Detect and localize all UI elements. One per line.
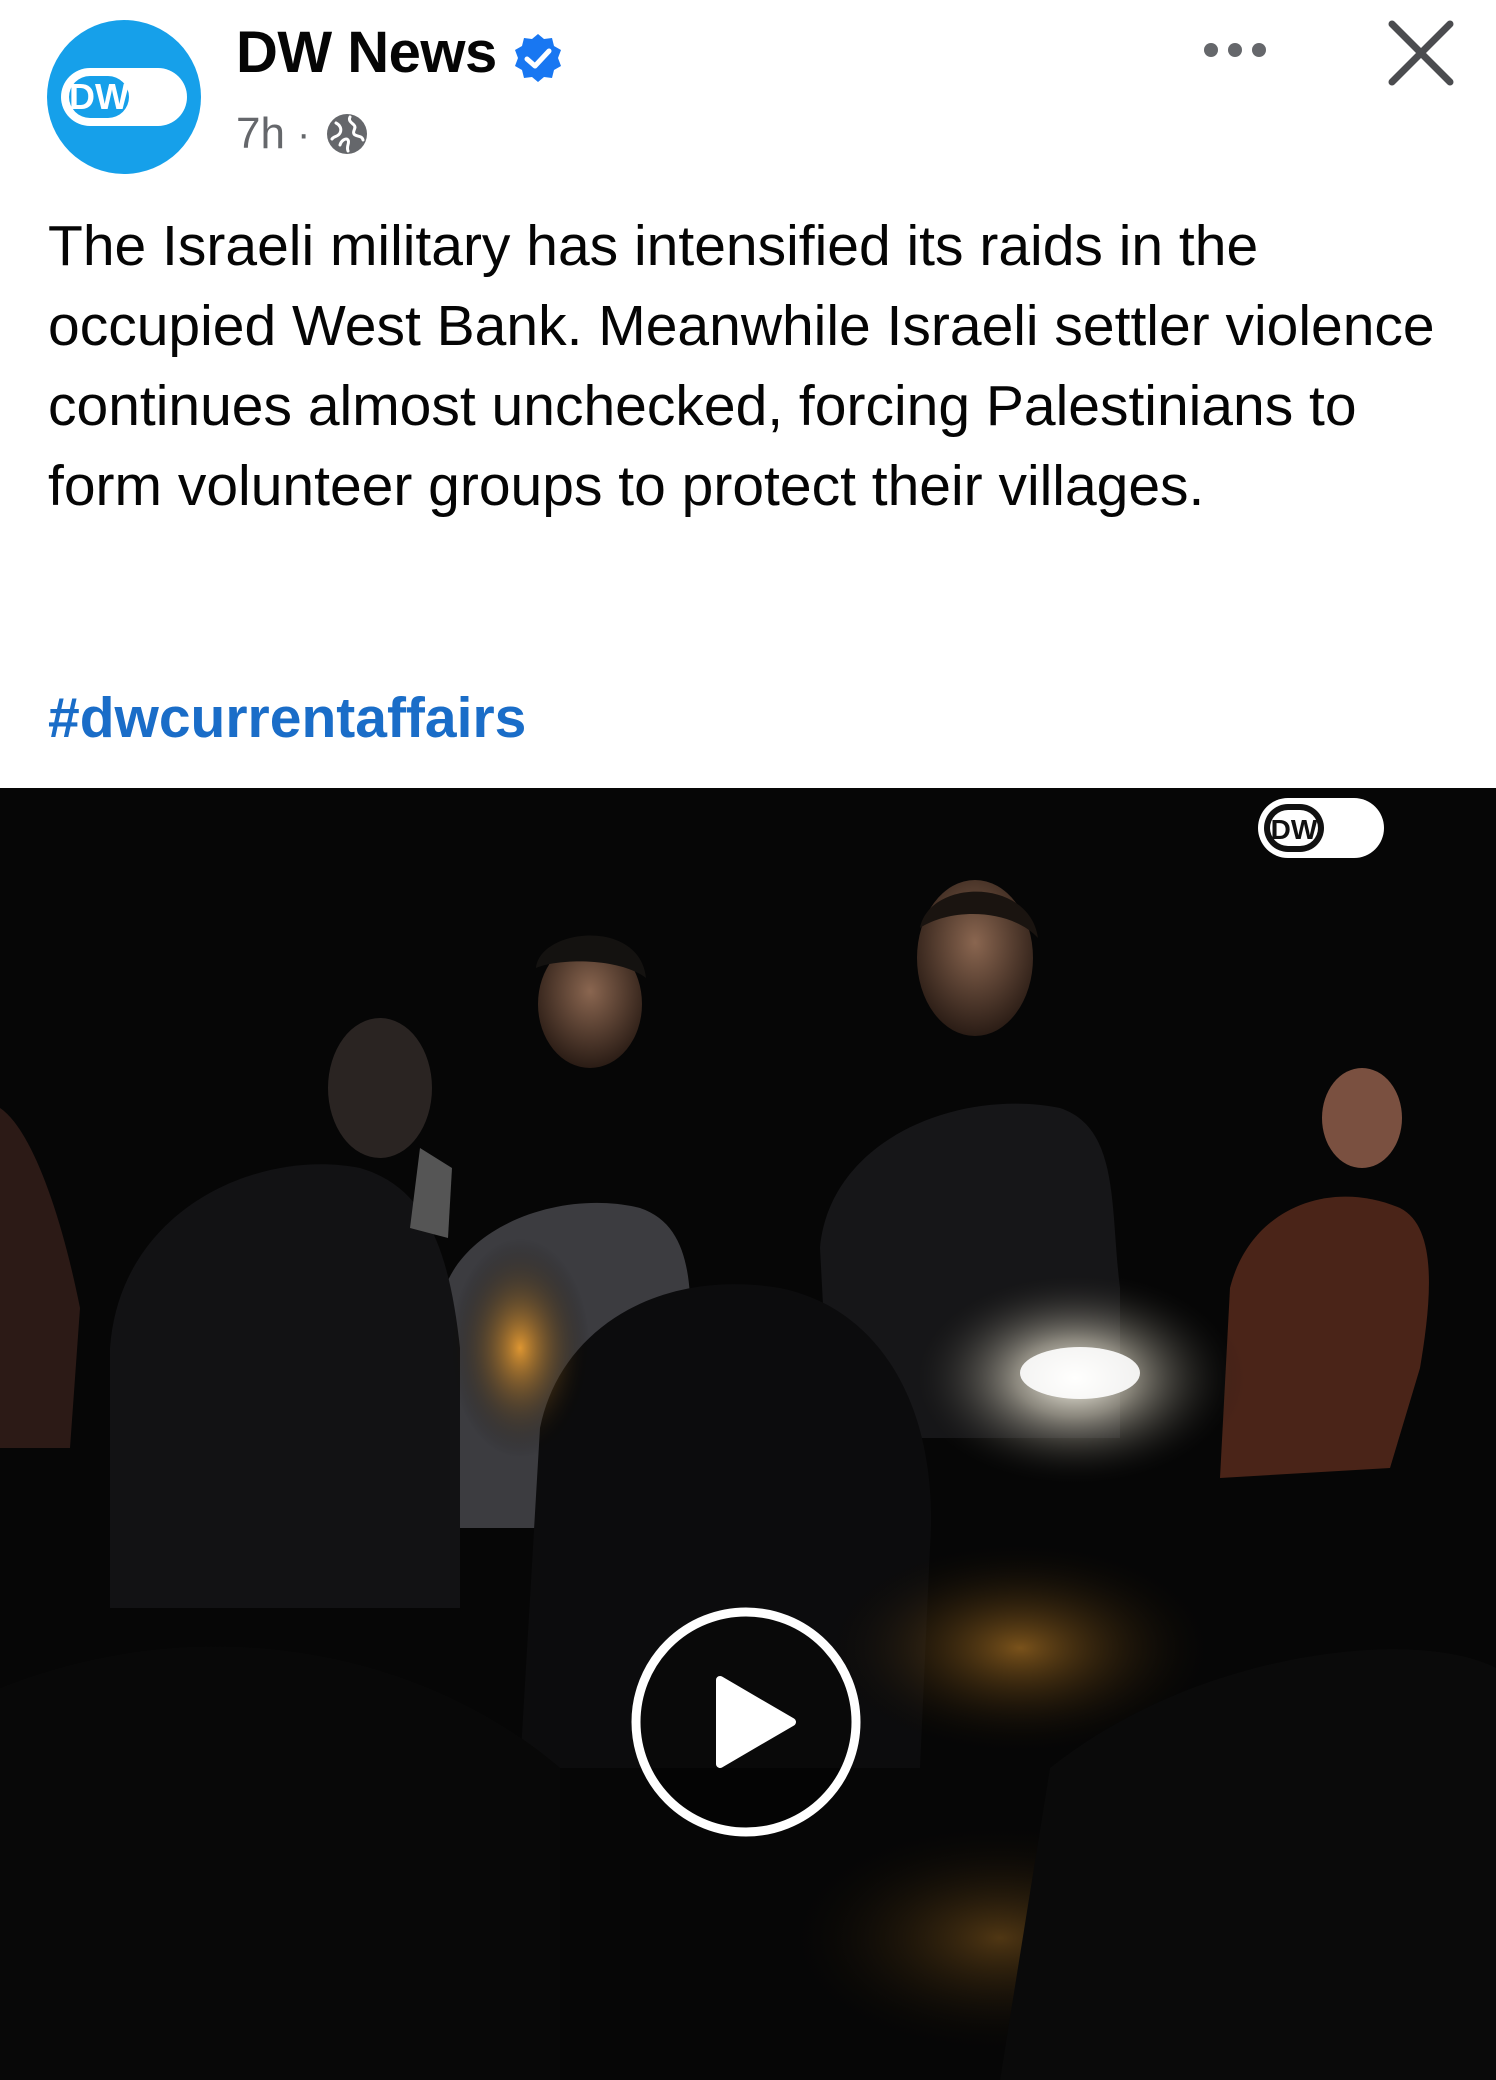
post-meta: 7h · xyxy=(236,104,370,164)
more-dot xyxy=(1228,43,1242,57)
video-player[interactable]: DW xyxy=(0,788,1496,2080)
post-card: DW DW News 7h · The Israeli military has… xyxy=(0,0,1496,2080)
more-dot xyxy=(1252,43,1266,57)
page-avatar[interactable]: DW xyxy=(47,20,201,174)
post-time[interactable]: 7h xyxy=(236,109,285,159)
watermark-text: DW xyxy=(1271,814,1318,845)
dw-watermark-icon: DW xyxy=(1258,798,1384,858)
video-thumbnail xyxy=(0,788,1496,2080)
meta-separator: · xyxy=(296,111,311,156)
avatar-logo-text: DW xyxy=(69,76,129,117)
more-options-button[interactable] xyxy=(1190,20,1280,80)
close-icon[interactable] xyxy=(1382,14,1460,92)
verified-badge-icon xyxy=(515,34,561,82)
post-message: The Israeli military has intensified its… xyxy=(48,214,1435,518)
hashtag-link[interactable]: #dwcurrentaffairs xyxy=(48,678,526,758)
globe-icon xyxy=(327,114,368,154)
post-header: DW DW News 7h · xyxy=(0,0,1496,190)
page-name[interactable]: DW News xyxy=(236,18,497,88)
dw-logo-icon: DW xyxy=(61,68,187,126)
more-dot xyxy=(1204,43,1218,57)
play-icon[interactable] xyxy=(630,1606,862,1838)
